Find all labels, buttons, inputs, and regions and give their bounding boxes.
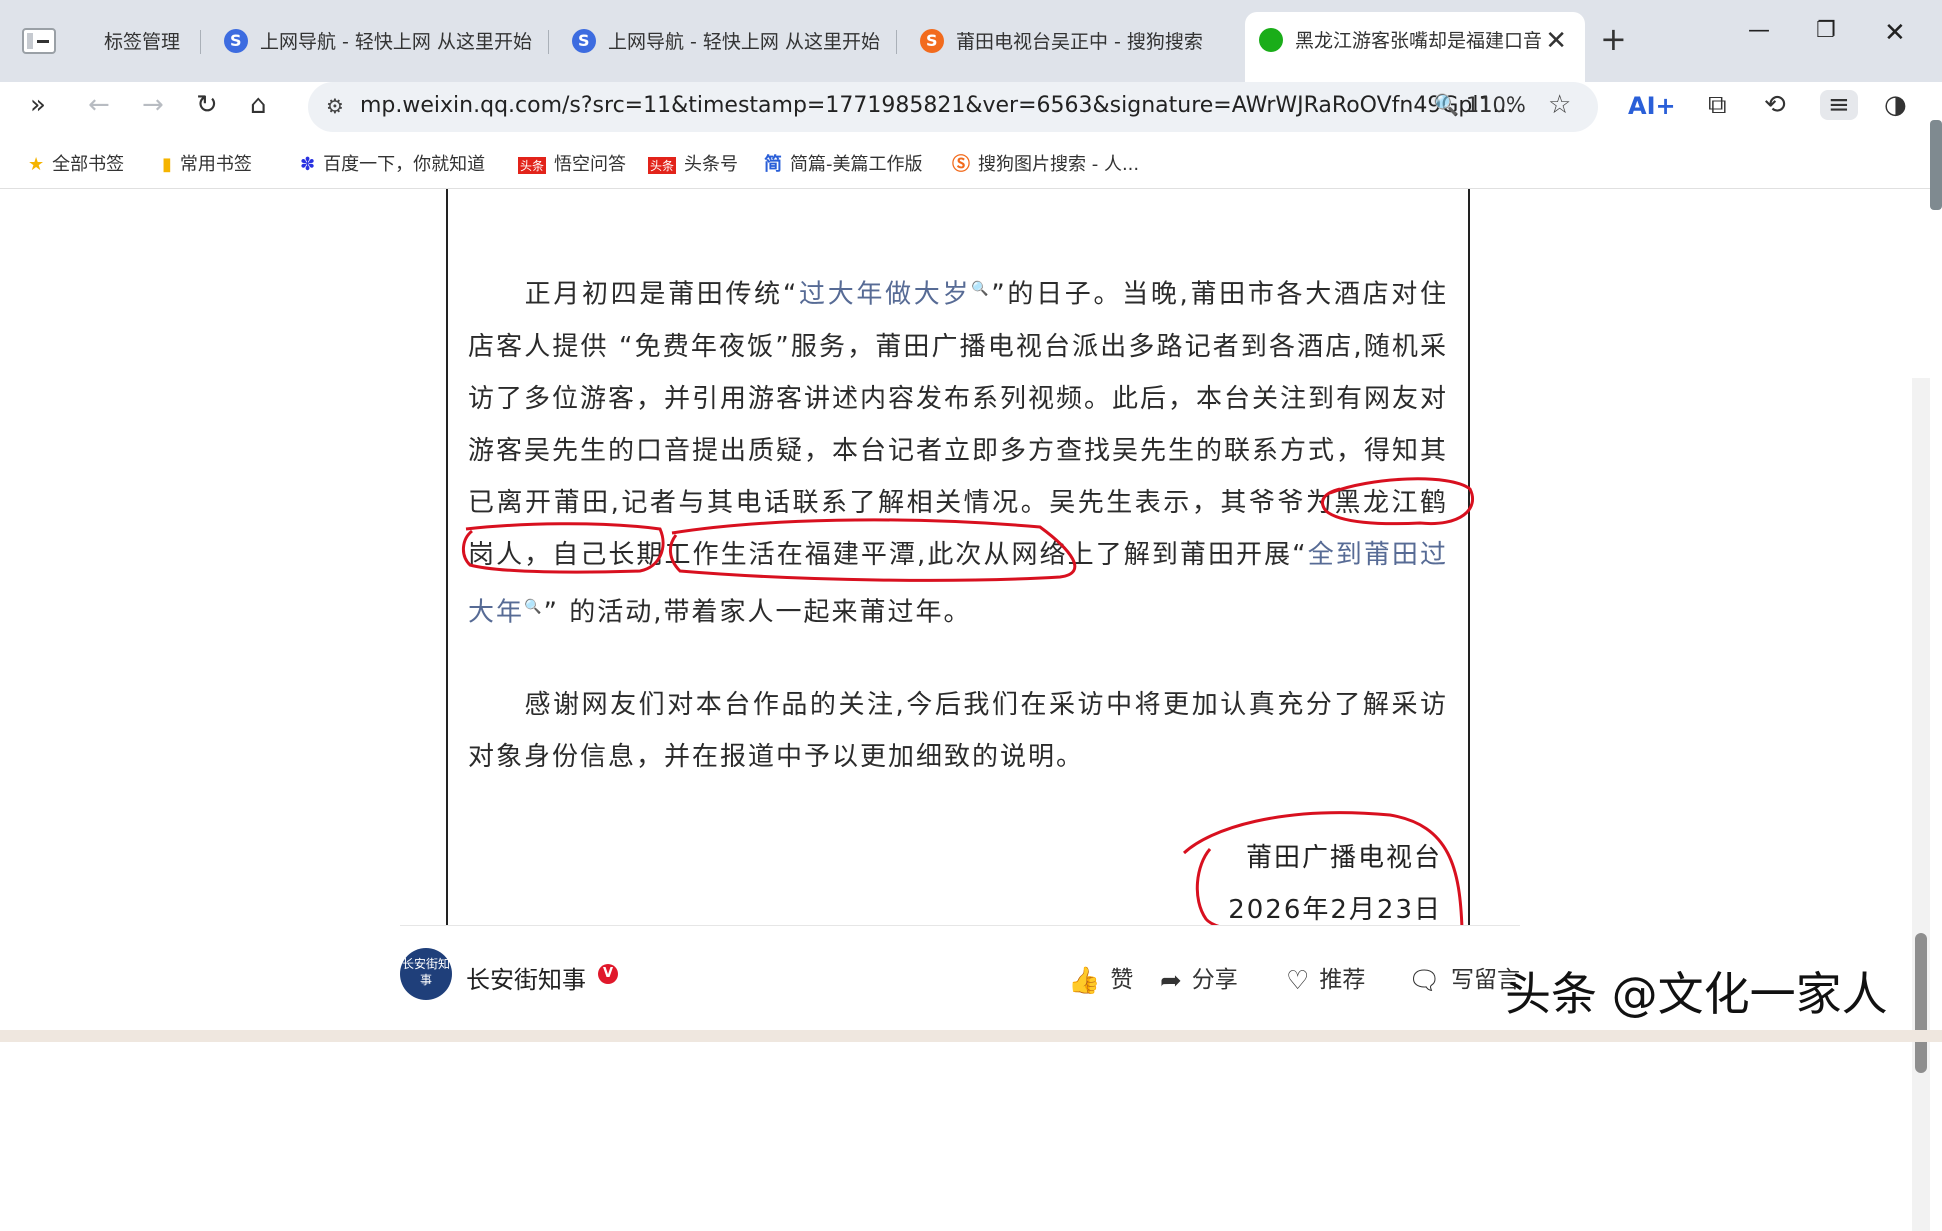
tab-active-article[interactable]: 黑龙江游客张嘴却是福建口音 ✕ <box>1245 12 1585 82</box>
tab-label: 黑龙江游客张嘴却是福建口音 <box>1295 30 1543 52</box>
bookmark-sogou-images[interactable]: Ⓢ 搜狗图片搜索 - 人... <box>952 150 1139 176</box>
text: ,此次从网络上了解到莆田开展“ <box>917 539 1308 570</box>
search-icon[interactable]: 🔍 <box>524 599 543 615</box>
recommend-label: 推荐 <box>1319 967 1366 993</box>
article-body: 正月初四是莆田传统“过大年做大岁🔍”的日子。当晚,莆田市各大酒店对住店客人提供 … <box>446 189 1470 925</box>
share-icon: ➦ <box>1160 965 1182 996</box>
tab-nav-1[interactable]: 上网导航 - 轻快上网 从这里开始 <box>210 16 545 68</box>
sogou-icon: Ⓢ <box>952 154 970 175</box>
comment-icon: 🗨 <box>1408 965 1442 996</box>
baidu-icon: ✽ <box>300 154 316 175</box>
thumbs-up-icon: 👍 <box>1068 965 1101 996</box>
tab-nav-2[interactable]: 上网导航 - 轻快上网 从这里开始 <box>558 16 893 68</box>
toutiao-icon: 头条 <box>648 157 677 174</box>
text: 正月初四是莆田传统“ <box>524 279 799 310</box>
star-icon: ★ <box>28 154 45 175</box>
bookmark-star-icon[interactable]: ☆ <box>1548 90 1571 120</box>
bookmark-all[interactable]: ★ 全部书签 <box>28 150 124 176</box>
tab-bookmark-manager[interactable]: 标签管理 <box>90 16 210 68</box>
scrollbar-thumb[interactable] <box>1915 933 1927 1073</box>
minimize-icon[interactable]: — <box>1748 18 1770 43</box>
verified-badge: V <box>598 964 618 984</box>
tab-panel-icon[interactable] <box>22 28 56 54</box>
address-bar[interactable]: ⚙ mp.weixin.qq.com/s?src=11&timestamp=17… <box>308 82 1598 132</box>
extensions-icon[interactable]: ⧉ <box>1708 90 1727 121</box>
bookmark-baidu[interactable]: ✽ 百度一下，你就知道 <box>300 150 485 176</box>
tab-divider <box>548 30 549 54</box>
page-scrollbar[interactable] <box>1912 378 1930 1231</box>
recommend-button[interactable]: ♡ 推荐 <box>1286 960 1365 996</box>
tab-sogou-search[interactable]: 莆田电视台吴正中 - 搜狗搜索 <box>906 16 1236 68</box>
bookmarks-bar: ★ 全部书签 ▮ 常用书签 ✽ 百度一下，你就知道 头条 悟空问答 头条 头条号 简简篇-… <box>0 138 1942 189</box>
restore-icon[interactable]: ❐ <box>1816 18 1836 43</box>
url-text[interactable]: mp.weixin.qq.com/s?src=11&timestamp=1771… <box>360 93 1513 118</box>
nav-site-icon <box>224 16 248 67</box>
browser-toolbar: » ← → ↻ ⌂ ⚙ mp.weixin.qq.com/s?src=11&ti… <box>0 82 1942 138</box>
ai-assistant-button[interactable]: AI+ <box>1628 92 1676 120</box>
share-label: 分享 <box>1191 967 1238 993</box>
new-tab-icon[interactable]: + <box>1600 20 1627 58</box>
bookmark-label: 简篇-美篇工作版 <box>790 154 923 175</box>
share-button[interactable]: ➦ 分享 <box>1160 960 1238 996</box>
text: ， <box>524 539 553 570</box>
text: ”的日子。当晚,莆田市各大酒店对住店客人提供 “免费年夜饭”服务，莆田广播电视台… <box>468 279 1449 518</box>
tab-divider <box>896 30 897 54</box>
avatar[interactable]: 长安街知事 <box>400 948 452 1000</box>
bookmark-jianpian[interactable]: 简简篇-美篇工作版 <box>764 150 923 176</box>
signature-org: 莆田广播电视台 <box>1245 843 1442 873</box>
like-button[interactable]: 👍 赞 <box>1068 960 1133 996</box>
zoom-indicator[interactable]: 🔍 110% <box>1433 93 1526 118</box>
bookmark-icon: ▮ <box>162 154 172 175</box>
tab-strip: 标签管理 上网导航 - 轻快上网 从这里开始 上网导航 - 轻快上网 从这里开始… <box>0 0 1942 82</box>
sogou-icon <box>920 16 944 67</box>
reload-icon[interactable]: ↻ <box>196 90 218 120</box>
side-panel-handle[interactable] <box>1930 120 1942 210</box>
site-info-icon[interactable]: ⚙ <box>326 94 344 118</box>
watermark: 头条 @文化一家人 <box>1505 967 1888 1021</box>
close-window-icon[interactable]: ✕ <box>1884 18 1906 48</box>
bookmark-label: 常用书签 <box>179 154 252 175</box>
jianpian-icon: 简 <box>764 154 782 175</box>
heart-icon: ♡ <box>1286 965 1310 996</box>
bookmark-label: 头条号 <box>684 154 739 175</box>
forward-icon[interactable]: → <box>142 90 164 120</box>
history-icon[interactable]: ⟲ <box>1764 90 1786 120</box>
search-icon[interactable]: 🔍 <box>971 281 991 297</box>
tab-label: 标签管理 <box>104 31 181 53</box>
topic-link-guodanian[interactable]: 过大年做大岁 <box>798 280 971 310</box>
text: 感谢网友们对本台作品的关注,今后我们在采访中将更加认真充分了解采访对象身份信息，… <box>468 690 1448 772</box>
article-action-bar: 长安街知事 长安街知事 V 👍 赞 ➦ 分享 ♡ 推荐 🗨 写留言 <box>400 925 1520 1043</box>
tab-divider <box>200 30 201 54</box>
tab-label: 莆田电视台吴正中 - 搜狗搜索 <box>956 31 1203 53</box>
bookmark-toutiaohao[interactable]: 头条 头条号 <box>648 150 738 176</box>
profile-icon[interactable]: ◑ <box>1884 90 1907 120</box>
bookmark-label: 百度一下，你就知道 <box>323 154 486 175</box>
bookmark-common[interactable]: ▮ 常用书签 <box>162 150 252 176</box>
home-icon[interactable]: ⌂ <box>250 90 267 120</box>
account-name[interactable]: 长安街知事 <box>466 960 586 995</box>
bookmark-label: 搜狗图片搜索 - 人... <box>978 154 1140 175</box>
article-paragraph-2: 感谢网友们对本台作品的关注,今后我们在采访中将更加认真充分了解采访对象身份信息，… <box>468 679 1448 783</box>
taskbar-edge <box>0 1030 1942 1042</box>
sidebar-expand-icon[interactable]: » <box>30 90 46 120</box>
signature-date: 2026年2月23日 <box>1228 895 1442 925</box>
zoom-level: 110% <box>1465 93 1526 117</box>
tab-label: 上网导航 - 轻快上网 从这里开始 <box>260 31 532 53</box>
bookmark-wukong[interactable]: 头条 悟空问答 <box>518 150 626 176</box>
close-tab-icon[interactable]: ✕ <box>1545 12 1567 70</box>
article-paragraph-1: 正月初四是莆田传统“过大年做大岁🔍”的日子。当晚,莆田市各大酒店对住店客人提供 … <box>468 263 1448 638</box>
comment-button[interactable]: 🗨 写留言 <box>1408 960 1520 996</box>
nav-site-icon <box>572 16 596 67</box>
back-icon[interactable]: ← <box>88 90 110 120</box>
wechat-icon <box>1259 27 1283 52</box>
like-label: 赞 <box>1110 967 1134 993</box>
highlighted-claim-pingtan: 自己长期工作生活在福建平潭 <box>552 539 918 570</box>
tab-label: 上网导航 - 轻快上网 从这里开始 <box>608 31 880 53</box>
reading-list-icon[interactable]: ≡ <box>1820 90 1858 120</box>
bookmark-label: 全部书签 <box>52 154 125 175</box>
text: ” 的活动,带着家人一起来莆过年。 <box>543 597 972 628</box>
bookmark-label: 悟空问答 <box>554 154 627 175</box>
toutiao-icon: 头条 <box>518 157 547 174</box>
page-content: 正月初四是莆田传统“过大年做大岁🔍”的日子。当晚,莆田市各大酒店对住店客人提供 … <box>0 189 1942 1231</box>
